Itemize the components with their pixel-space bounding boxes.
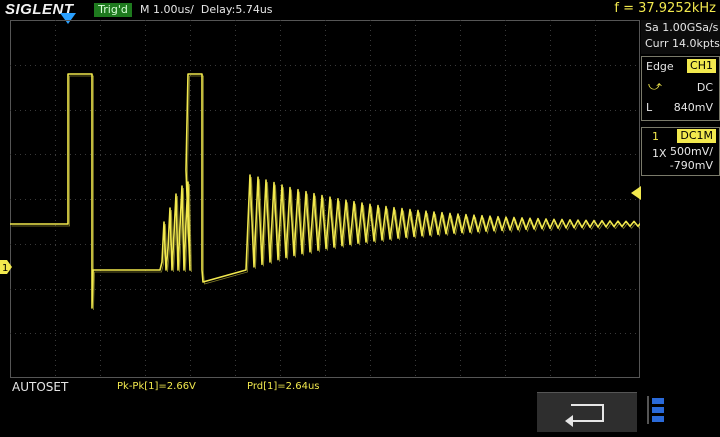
- return-softkey-button[interactable]: [537, 392, 637, 432]
- timebase-value: M 1.00us/: [140, 3, 194, 16]
- trigger-type: Edge: [646, 60, 674, 73]
- trigger-level-marker-icon[interactable]: [631, 186, 641, 200]
- measurement-pkpk: Pk-Pk[1]=2.66V: [117, 381, 196, 392]
- waveform-display[interactable]: [10, 20, 640, 378]
- channel1-panel[interactable]: 1 DC1M 1X 500mV/ -790mV: [641, 127, 720, 176]
- graticule-grid: [10, 20, 640, 378]
- top-status-bar: SIGLENT Trig'd M 1.00us/ Delay:5.74us f …: [0, 0, 720, 24]
- menu-toggle-icon[interactable]: [642, 392, 672, 432]
- trigger-level-value: 840mV: [673, 101, 713, 114]
- channel-coupling-badge: DC1M: [677, 129, 716, 143]
- mode-label: AUTOSET: [12, 380, 69, 394]
- timebase-readout[interactable]: M 1.00us/ Delay:5.74us: [140, 3, 273, 16]
- memory-depth: Curr 14.0kpts: [645, 37, 720, 50]
- trigger-status-badge: Trig'd: [94, 3, 132, 17]
- trigger-coupling: DC: [696, 81, 713, 94]
- rising-edge-icon: ⤻: [648, 79, 662, 94]
- return-arrow-icon: [565, 404, 604, 427]
- ch1-offset-marker-icon[interactable]: 1: [0, 260, 12, 274]
- trigger-source-badge: CH1: [687, 59, 716, 73]
- sample-rate: Sa 1.00GSa/s: [645, 21, 719, 34]
- channel-offset: -790mV: [669, 159, 713, 172]
- frequency-counter: f = 37.9252kHz: [614, 1, 716, 16]
- measurement-period: Prd[1]=2.64us: [247, 381, 320, 392]
- delay-value: Delay:5.74us: [200, 3, 273, 16]
- channel-number: 1: [652, 130, 659, 143]
- trigger-panel[interactable]: Edge CH1 ⤻ DC L 840mV: [641, 56, 720, 121]
- acquisition-panel: Sa 1.00GSa/s Curr 14.0kpts: [641, 20, 720, 54]
- volts-per-div: 500mV/: [670, 145, 713, 158]
- ch1-waveform-trace: [10, 73, 640, 311]
- probe-attenuation: 1X: [652, 147, 667, 160]
- trigger-level-label: L: [646, 101, 653, 114]
- svg-text:1: 1: [2, 263, 8, 274]
